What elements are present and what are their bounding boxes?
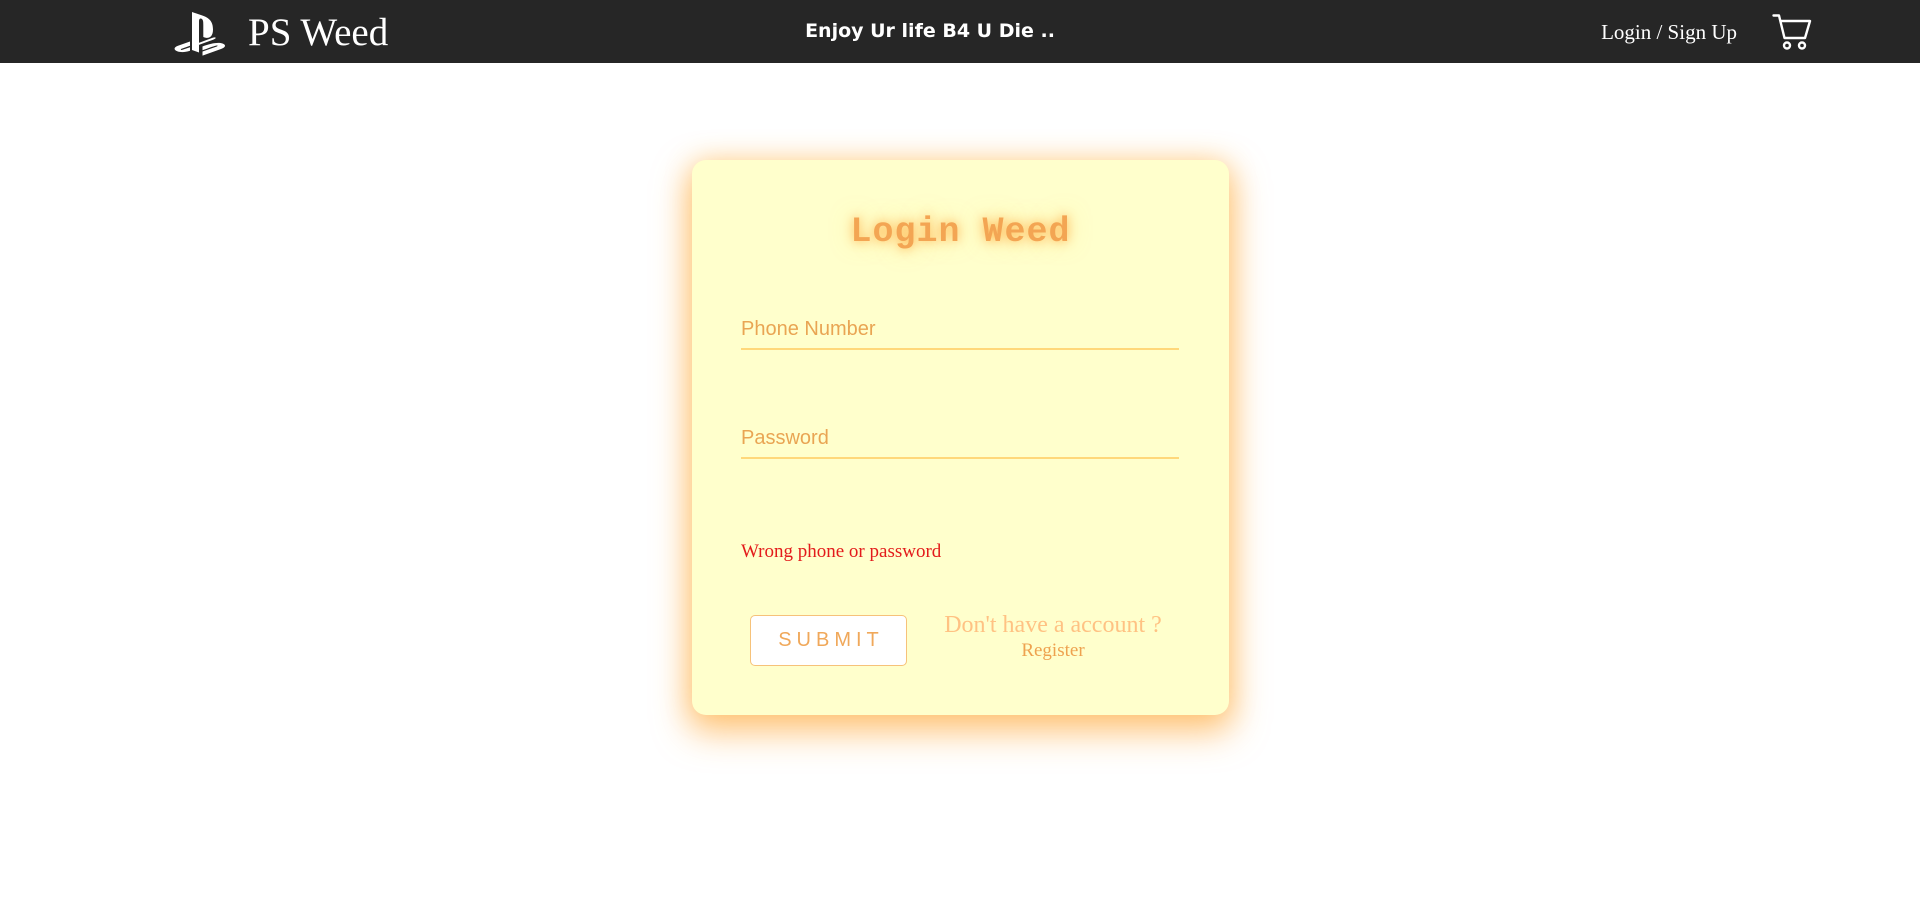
submit-button[interactable]: SUBMIT [750,615,907,666]
login-title: Login Weed [850,212,1071,252]
shopping-cart-icon [1772,12,1812,52]
register-prompt: Don't have a account ? Register [929,611,1177,663]
no-account-text: Don't have a account ? [944,612,1162,638]
password-input[interactable] [741,419,1179,459]
brand-home-link[interactable]: PS Weed [172,10,388,56]
playstation-logo-icon [172,10,226,56]
shopping-cart-button[interactable] [1772,12,1812,52]
phone-number-input[interactable] [741,310,1179,350]
top-navbar: PS Weed Enjoy Ur life B4 U Die .. Login … [0,0,1920,63]
brand-name: PS Weed [248,11,389,54]
error-message: Wrong phone or password [741,541,942,562]
register-link[interactable]: Register [1021,639,1084,663]
login-signup-link[interactable]: Login / Sign Up [1601,18,1737,46]
header-tagline: Enjoy Ur life B4 U Die .. [805,20,1055,42]
login-card: Login Weed Wrong phone or password SUBMI… [692,160,1229,715]
